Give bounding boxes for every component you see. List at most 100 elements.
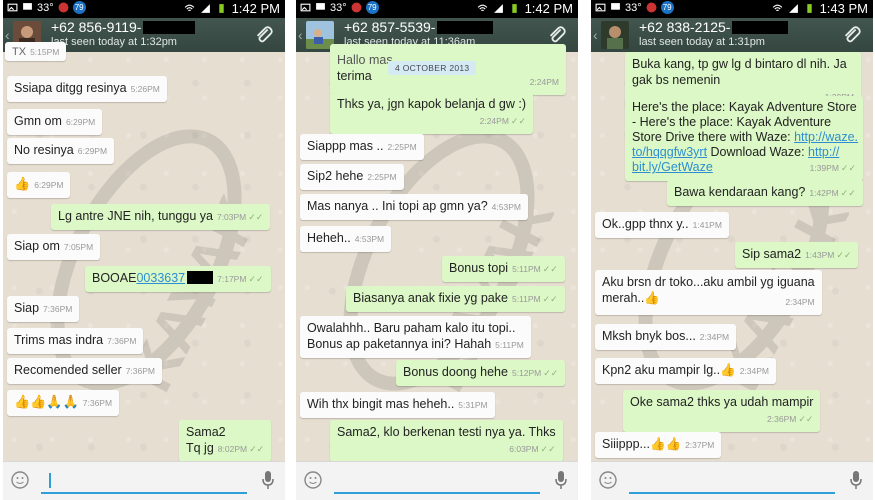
waze-link[interactable]: to/hqqgfw3yrt <box>632 145 707 159</box>
message-input-bar <box>591 461 873 500</box>
message-incoming: Ssiapa ditgg resinya 5:26PM <box>7 76 167 102</box>
message-incoming: Wih thx bingit mas heheh.. 5:31PM <box>300 392 495 418</box>
battery-icon <box>511 4 517 13</box>
microphone-icon[interactable] <box>261 470 275 490</box>
battery-icon <box>806 4 812 13</box>
message-outgoing: Sama2, klo berkenan testi nya ya. Thks 6:… <box>330 420 563 462</box>
message-outgoing: Bonus doong hehe 5:12PM ✓✓ <box>396 360 566 386</box>
notification-badge: 79 <box>660 1 674 14</box>
temperature: 33° <box>625 1 642 14</box>
message-input-bar <box>296 461 578 500</box>
redacted-digits <box>732 21 789 34</box>
download-link[interactable]: http:// <box>808 145 839 159</box>
message-incoming: Ok..gpp thnx y.. 1:41PM <box>595 212 729 238</box>
contact-avatar[interactable] <box>601 21 629 49</box>
contact-number[interactable]: +62 857-5539- <box>344 19 494 35</box>
status-time: 1:42 PM <box>524 1 573 16</box>
message-outgoing: Sama2 Tq jg 8:02PM ✓✓ <box>179 420 272 462</box>
phone-screen-1: KAYAK 33° 79 1:42 PM ‹ +62 856-9119- las… <box>3 0 285 500</box>
notification-badge: 79 <box>72 1 86 14</box>
message-outgoing: BOOAE0033637 7:17PM ✓✓ <box>85 266 271 292</box>
temperature: 33° <box>37 1 54 14</box>
attach-paperclip-icon[interactable] <box>253 24 275 46</box>
message-outgoing: Bonus topi 5:11PM ✓✓ <box>442 256 565 282</box>
redacted-digits <box>187 271 214 284</box>
message-incoming: 👍👍🙏🙏 7:36PM <box>7 390 120 416</box>
image-notification-icon <box>7 3 18 12</box>
date-divider: 4 OCTOBER 2013 <box>388 61 477 75</box>
temperature: 33° <box>330 1 347 14</box>
status-time: 1:43 PM <box>819 1 868 16</box>
message-input-bar <box>3 461 285 500</box>
signal-icon <box>493 4 503 13</box>
microphone-icon[interactable] <box>849 470 863 490</box>
message-incoming: Kpn2 aku mampir lg..👍 2:34PM <box>595 358 776 384</box>
back-chevron-icon[interactable]: ‹ <box>5 27 10 43</box>
smiley-icon[interactable] <box>11 471 29 489</box>
message-list: Hallo mas terima 2:24PM 4 OCTOBER 2013 Thk… <box>296 44 578 462</box>
message-incoming: Gmn om 6:29PM <box>7 109 103 135</box>
message-outgoing: Oke sama2 thks ya udah mampir 2:36PM ✓✓ <box>623 390 821 432</box>
message-incoming: Mas nanya .. Ini topi ap gmn ya? 4:53PM <box>300 194 528 220</box>
message-incoming: Owalahhh.. Baru paham kalo itu topi.. Bon… <box>300 316 531 358</box>
image-notification-icon <box>300 3 311 12</box>
message-incoming: Sip2 hehe 2:25PM <box>300 164 404 190</box>
message-incoming: No resinya 6:29PM <box>7 138 115 164</box>
message-outgoing: Lg antre JNE nih, tunggu ya 7:03PM ✓✓ <box>51 204 271 230</box>
last-seen: last seen today at 1:31pm <box>639 36 765 48</box>
message-list: TX 5:15PM Ssiapa ditgg resinya 5:26PM Gmn … <box>3 42 285 462</box>
chat-header: ‹ +62 838-2125- last seen today at 1:31p… <box>591 18 873 52</box>
back-chevron-icon[interactable]: ‹ <box>593 27 598 43</box>
app-notification-icon <box>58 2 69 13</box>
signal-icon <box>788 4 798 13</box>
message-outgoing: Thks ya, jgn kapok belanja d gw :) 2:24PM… <box>330 92 533 134</box>
message-incoming: Heheh.. 4:53PM <box>300 226 392 252</box>
message-outgoing: Here's the place: Kayak Adventure Store … <box>625 96 863 181</box>
microphone-icon[interactable] <box>554 470 568 490</box>
smiley-icon[interactable] <box>599 471 617 489</box>
message-incoming: Trims mas indra 7:36PM <box>7 328 144 354</box>
status-bar: 33° 79 1:42 PM <box>3 0 285 18</box>
message-partial: TX 5:15PM <box>5 42 67 61</box>
message-incoming: 👍 6:29PM <box>7 172 71 198</box>
message-input[interactable] <box>41 470 247 494</box>
message-outgoing: Bawa kendaraan kang? 1:42PM ✓✓ <box>667 180 863 206</box>
message-input[interactable] <box>629 470 835 494</box>
last-seen: last seen today at 1:32pm <box>51 36 177 48</box>
status-time: 1:42 PM <box>231 1 280 16</box>
message-incoming: Aku brsn dr toko...aku ambil yg iguana me… <box>595 270 822 315</box>
message-list: Buka kang, tp gw lg d bintaro dl nih. Ja… <box>591 52 873 462</box>
message-outgoing: Biasanya anak fixie yg pake 5:11PM ✓✓ <box>346 286 565 312</box>
phone-link[interactable]: 0033637 <box>136 271 185 285</box>
image-notification-icon <box>595 3 606 12</box>
signal-icon <box>200 4 210 13</box>
chat-notification-icon <box>611 3 620 10</box>
download-link[interactable]: bit.ly/GetWaze <box>632 160 713 174</box>
battery-icon <box>218 4 224 13</box>
app-notification-icon <box>351 2 362 13</box>
message-outgoing: Sip sama2 1:43PM ✓✓ <box>735 242 859 268</box>
chat-notification-icon <box>23 3 32 10</box>
wifi-icon <box>477 4 487 12</box>
contact-number[interactable]: +62 838-2125- <box>639 19 789 35</box>
status-bar: 33° 79 1:43 PM <box>591 0 873 18</box>
back-chevron-icon[interactable]: ‹ <box>298 27 303 43</box>
app-notification-icon <box>646 2 657 13</box>
attach-paperclip-icon[interactable] <box>546 24 568 46</box>
message-input[interactable] <box>334 470 540 494</box>
message-incoming: Recomended seller 7:36PM <box>7 358 162 384</box>
notification-badge: 79 <box>365 1 379 14</box>
text-caret <box>49 473 51 488</box>
waze-link[interactable]: http://waze. <box>794 130 858 144</box>
phone-screen-2: KAYAK 33° 79 1:42 PM ‹ +62 857-5539- las… <box>296 0 578 500</box>
message-incoming: Siappp mas .. 2:25PM <box>300 134 424 160</box>
contact-number[interactable]: +62 856-9119- <box>51 19 196 35</box>
wifi-icon <box>772 4 782 12</box>
smiley-icon[interactable] <box>304 471 322 489</box>
message-incoming: Siiippp...👍👍 2:37PM <box>595 432 722 458</box>
message-incoming: Siap om 7:05PM <box>7 234 101 260</box>
attach-paperclip-icon[interactable] <box>841 24 863 46</box>
message-incoming: Siap 7:36PM <box>7 296 80 322</box>
redacted-digits <box>437 21 494 34</box>
status-bar: 33° 79 1:42 PM <box>296 0 578 18</box>
